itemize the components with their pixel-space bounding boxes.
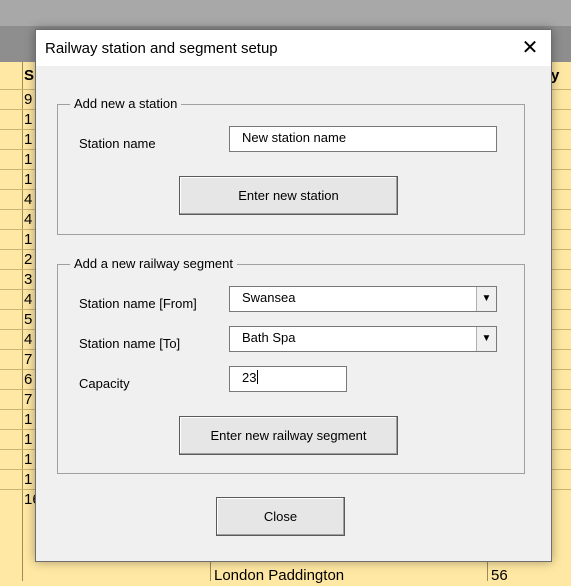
station-name-label: Station name <box>79 136 156 151</box>
close-button[interactable]: Close <box>216 497 345 536</box>
sheet-cell-id[interactable]: 3 <box>24 270 32 290</box>
enter-new-station-button[interactable]: Enter new station <box>179 176 398 215</box>
sheet-cell-id[interactable]: 1 <box>24 430 32 450</box>
capacity-input[interactable]: 23 <box>229 366 347 392</box>
sheet-col-divider <box>22 62 23 581</box>
sheet-toolbar <box>0 0 571 26</box>
sheet-cell-id[interactable]: 1 <box>24 110 32 130</box>
sheet-cell-id[interactable]: 4 <box>24 210 32 230</box>
sheet-cell-id[interactable]: 9 <box>24 90 32 110</box>
sheet-cell-name[interactable]: London Paddington <box>214 566 344 586</box>
to-station-label: Station name [To] <box>79 336 181 351</box>
close-icon[interactable]: ✕ <box>517 35 543 61</box>
chevron-down-icon[interactable]: ▼ <box>476 327 496 351</box>
sheet-cell-id[interactable]: 6 <box>24 370 32 390</box>
station-groupbox: Add new a station <box>57 96 525 235</box>
station-group-legend: Add new a station <box>70 96 182 111</box>
text-caret <box>257 370 259 384</box>
setup-dialog: Railway station and segment setup ✕ Add … <box>35 29 552 562</box>
sheet-cell-id[interactable]: 7 <box>24 350 32 370</box>
to-station-select[interactable]: Bath Spa ▼ <box>229 326 497 352</box>
sheet-cell-id[interactable]: 1 <box>24 410 32 430</box>
capacity-label: Capacity <box>79 376 130 391</box>
capacity-value: 23 <box>242 370 257 385</box>
sheet-header-left: S <box>24 67 35 84</box>
to-station-value: Bath Spa <box>242 330 296 345</box>
sheet-header-right: y <box>551 67 560 84</box>
sheet-cell-id[interactable]: 4 <box>24 290 32 310</box>
segment-group-legend: Add a new railway segment <box>70 256 237 271</box>
dialog-titlebar: Railway station and segment setup ✕ <box>36 30 551 66</box>
from-station-select[interactable]: Swansea ▼ <box>229 286 497 312</box>
sheet-cell-id[interactable]: 1 <box>24 230 32 250</box>
enter-new-segment-button[interactable]: Enter new railway segment <box>179 416 398 455</box>
sheet-cell-id[interactable]: 4 <box>24 330 32 350</box>
sheet-cell-id[interactable]: 1 <box>24 150 32 170</box>
chevron-down-icon[interactable]: ▼ <box>476 287 496 311</box>
sheet-cell-id[interactable]: 1 <box>24 130 32 150</box>
sheet-cell-value[interactable]: 56 <box>491 566 508 586</box>
from-station-label: Station name [From] <box>79 296 197 311</box>
sheet-cell-id[interactable]: 1 <box>24 450 32 470</box>
sheet-cell-id[interactable]: 4 <box>24 190 32 210</box>
station-name-input[interactable]: New station name <box>229 126 497 152</box>
sheet-cell-id[interactable]: 1 <box>24 170 32 190</box>
sheet-cell-id[interactable]: 7 <box>24 390 32 410</box>
dialog-title: Railway station and segment setup <box>45 40 278 57</box>
sheet-cell-id[interactable]: 2 <box>24 250 32 270</box>
sheet-cell-id[interactable]: 5 <box>24 310 32 330</box>
sheet-cell-id[interactable]: 1 <box>24 470 32 490</box>
from-station-value: Swansea <box>242 290 296 305</box>
